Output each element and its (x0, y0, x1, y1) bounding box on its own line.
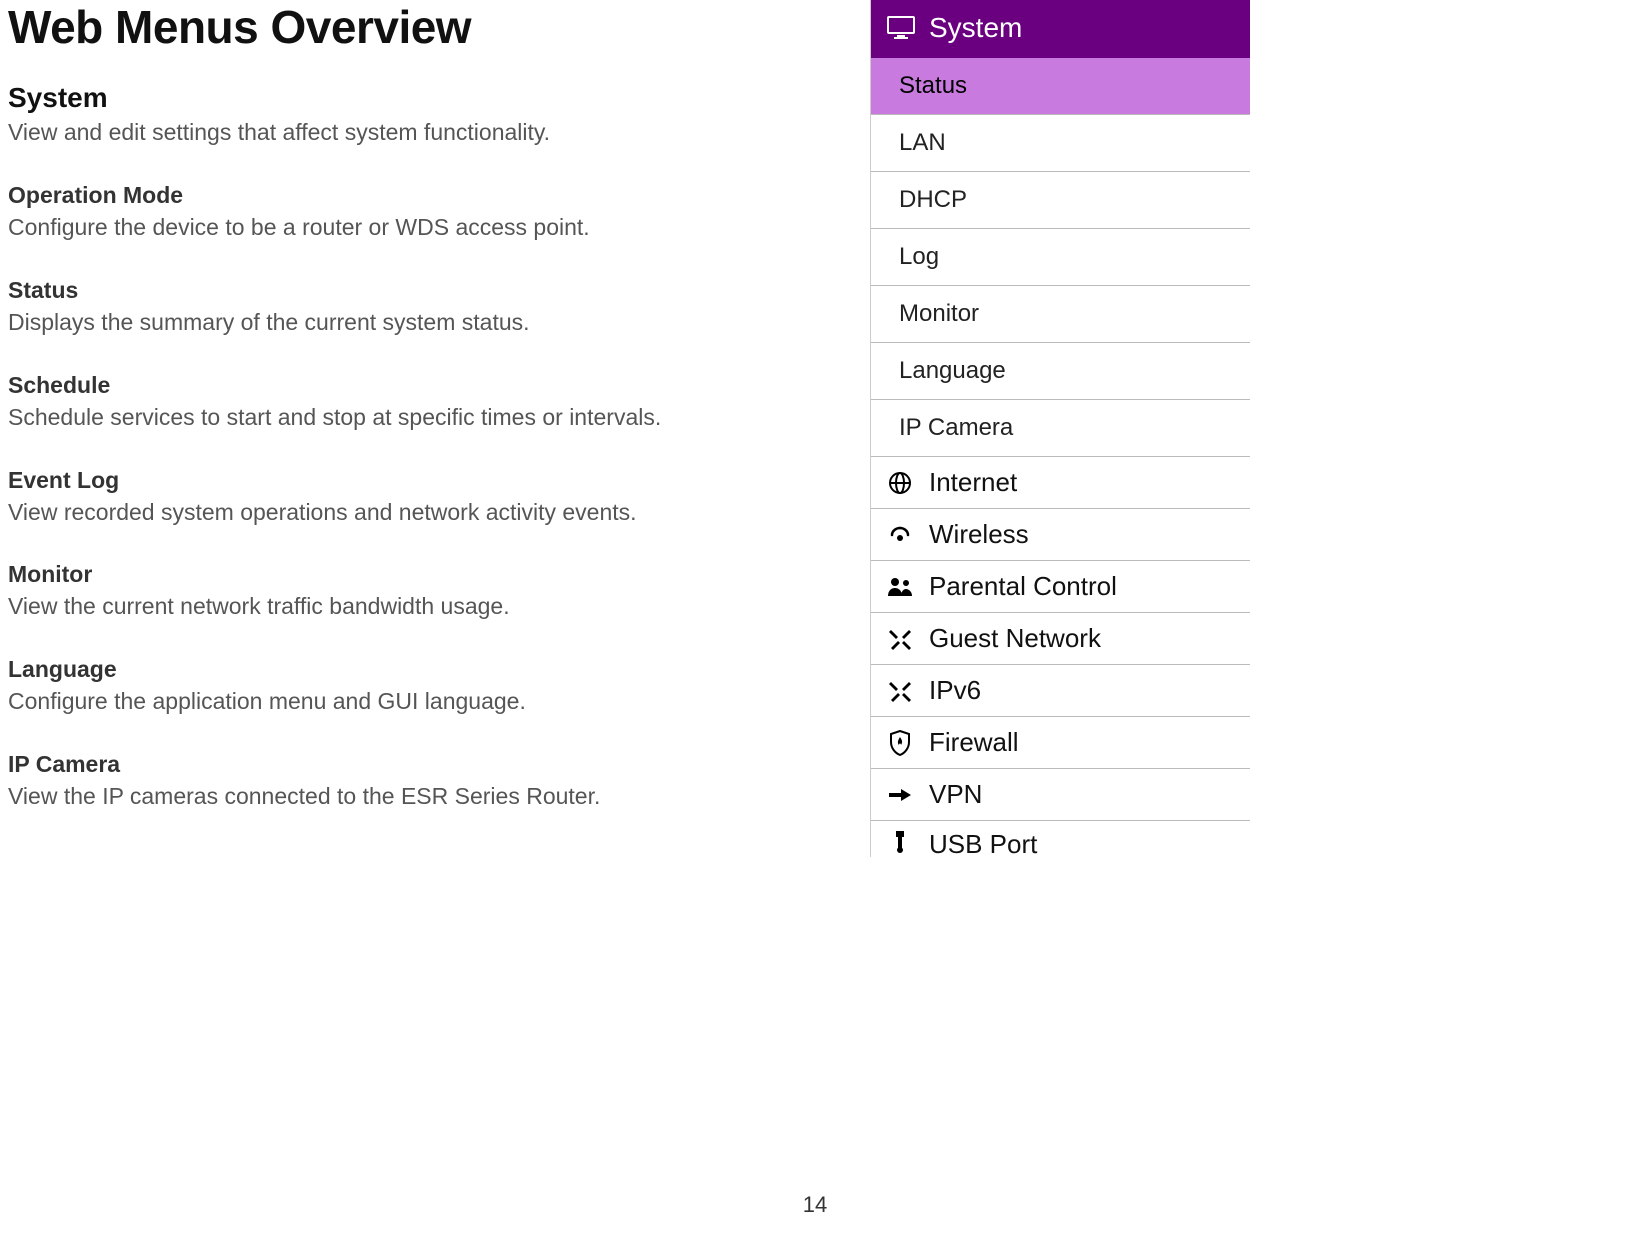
subsection-status: Status Displays the summary of the curre… (8, 277, 850, 338)
nav-subitem-lan[interactable]: LAN (871, 115, 1250, 172)
nav-subitems: Status LAN DHCP Log Monitor Language IP … (871, 58, 1250, 457)
nav-subitem-language[interactable]: Language (871, 343, 1250, 400)
nav-category-label: USB Port (929, 829, 1037, 855)
monitor-icon (887, 16, 915, 40)
sub-desc: View the IP cameras connected to the ESR… (8, 782, 850, 812)
nav-category-label: Parental Control (929, 571, 1117, 602)
nav-subitem-monitor[interactable]: Monitor (871, 286, 1250, 343)
tools-icon (885, 627, 915, 651)
nav-header-system[interactable]: System (871, 0, 1250, 58)
sub-heading: Status (8, 277, 850, 304)
sub-desc: Schedule services to start and stop at s… (8, 403, 850, 433)
subsection-ip-camera: IP Camera View the IP cameras connected … (8, 751, 850, 812)
nav-category-label: Firewall (929, 727, 1019, 758)
sub-heading: Operation Mode (8, 182, 850, 209)
nav-subitem-ip-camera[interactable]: IP Camera (871, 400, 1250, 457)
page-number: 14 (0, 1192, 1630, 1218)
nav-category-guest-network[interactable]: Guest Network (871, 613, 1250, 665)
sub-heading: Monitor (8, 561, 850, 588)
nav-menu: System Status LAN DHCP Log Monitor Langu… (870, 0, 1250, 857)
sub-desc: Configure the device to be a router or W… (8, 213, 850, 243)
nav-category-firewall[interactable]: Firewall (871, 717, 1250, 769)
sub-heading: Language (8, 656, 850, 683)
sub-heading: Schedule (8, 372, 850, 399)
nav-subitem-log[interactable]: Log (871, 229, 1250, 286)
sub-heading: IP Camera (8, 751, 850, 778)
nav-category-parental-control[interactable]: Parental Control (871, 561, 1250, 613)
nav-category-wireless[interactable]: Wireless (871, 509, 1250, 561)
nav-category-ipv6[interactable]: IPv6 (871, 665, 1250, 717)
nav-header-label: System (929, 12, 1022, 44)
nav-category-usb-port[interactable]: USB Port (871, 821, 1250, 855)
nav-category-vpn[interactable]: VPN (871, 769, 1250, 821)
sub-desc: Displays the summary of the current syst… (8, 308, 850, 338)
subsection-monitor: Monitor View the current network traffic… (8, 561, 850, 622)
nav-category-label: VPN (929, 779, 982, 810)
sub-desc: View recorded system operations and netw… (8, 498, 850, 528)
shield-fire-icon (885, 730, 915, 756)
sub-desc: Configure the application menu and GUI l… (8, 687, 850, 717)
nav-category-label: Wireless (929, 519, 1029, 550)
wifi-icon (885, 525, 915, 545)
section-desc-system: View and edit settings that affect syste… (8, 118, 850, 148)
nav-category-internet[interactable]: Internet (871, 457, 1250, 509)
nav-category-label: Guest Network (929, 623, 1101, 654)
section-heading-system: System (8, 82, 850, 114)
subsection-language: Language Configure the application menu … (8, 656, 850, 717)
usb-icon (885, 829, 915, 853)
subsection-operation-mode: Operation Mode Configure the device to b… (8, 182, 850, 243)
arrow-right-icon (885, 785, 915, 805)
nav-subitem-status[interactable]: Status (871, 58, 1250, 115)
page-title: Web Menus Overview (8, 0, 850, 54)
nav-subitem-dhcp[interactable]: DHCP (871, 172, 1250, 229)
nav-category-label: Internet (929, 467, 1017, 498)
sub-desc: View the current network traffic bandwid… (8, 592, 850, 622)
sub-heading: Event Log (8, 467, 850, 494)
nav-category-label: IPv6 (929, 675, 981, 706)
globe-icon (885, 471, 915, 495)
users-icon (885, 576, 915, 598)
subsection-schedule: Schedule Schedule services to start and … (8, 372, 850, 433)
tools-icon (885, 679, 915, 703)
subsection-event-log: Event Log View recorded system operation… (8, 467, 850, 528)
